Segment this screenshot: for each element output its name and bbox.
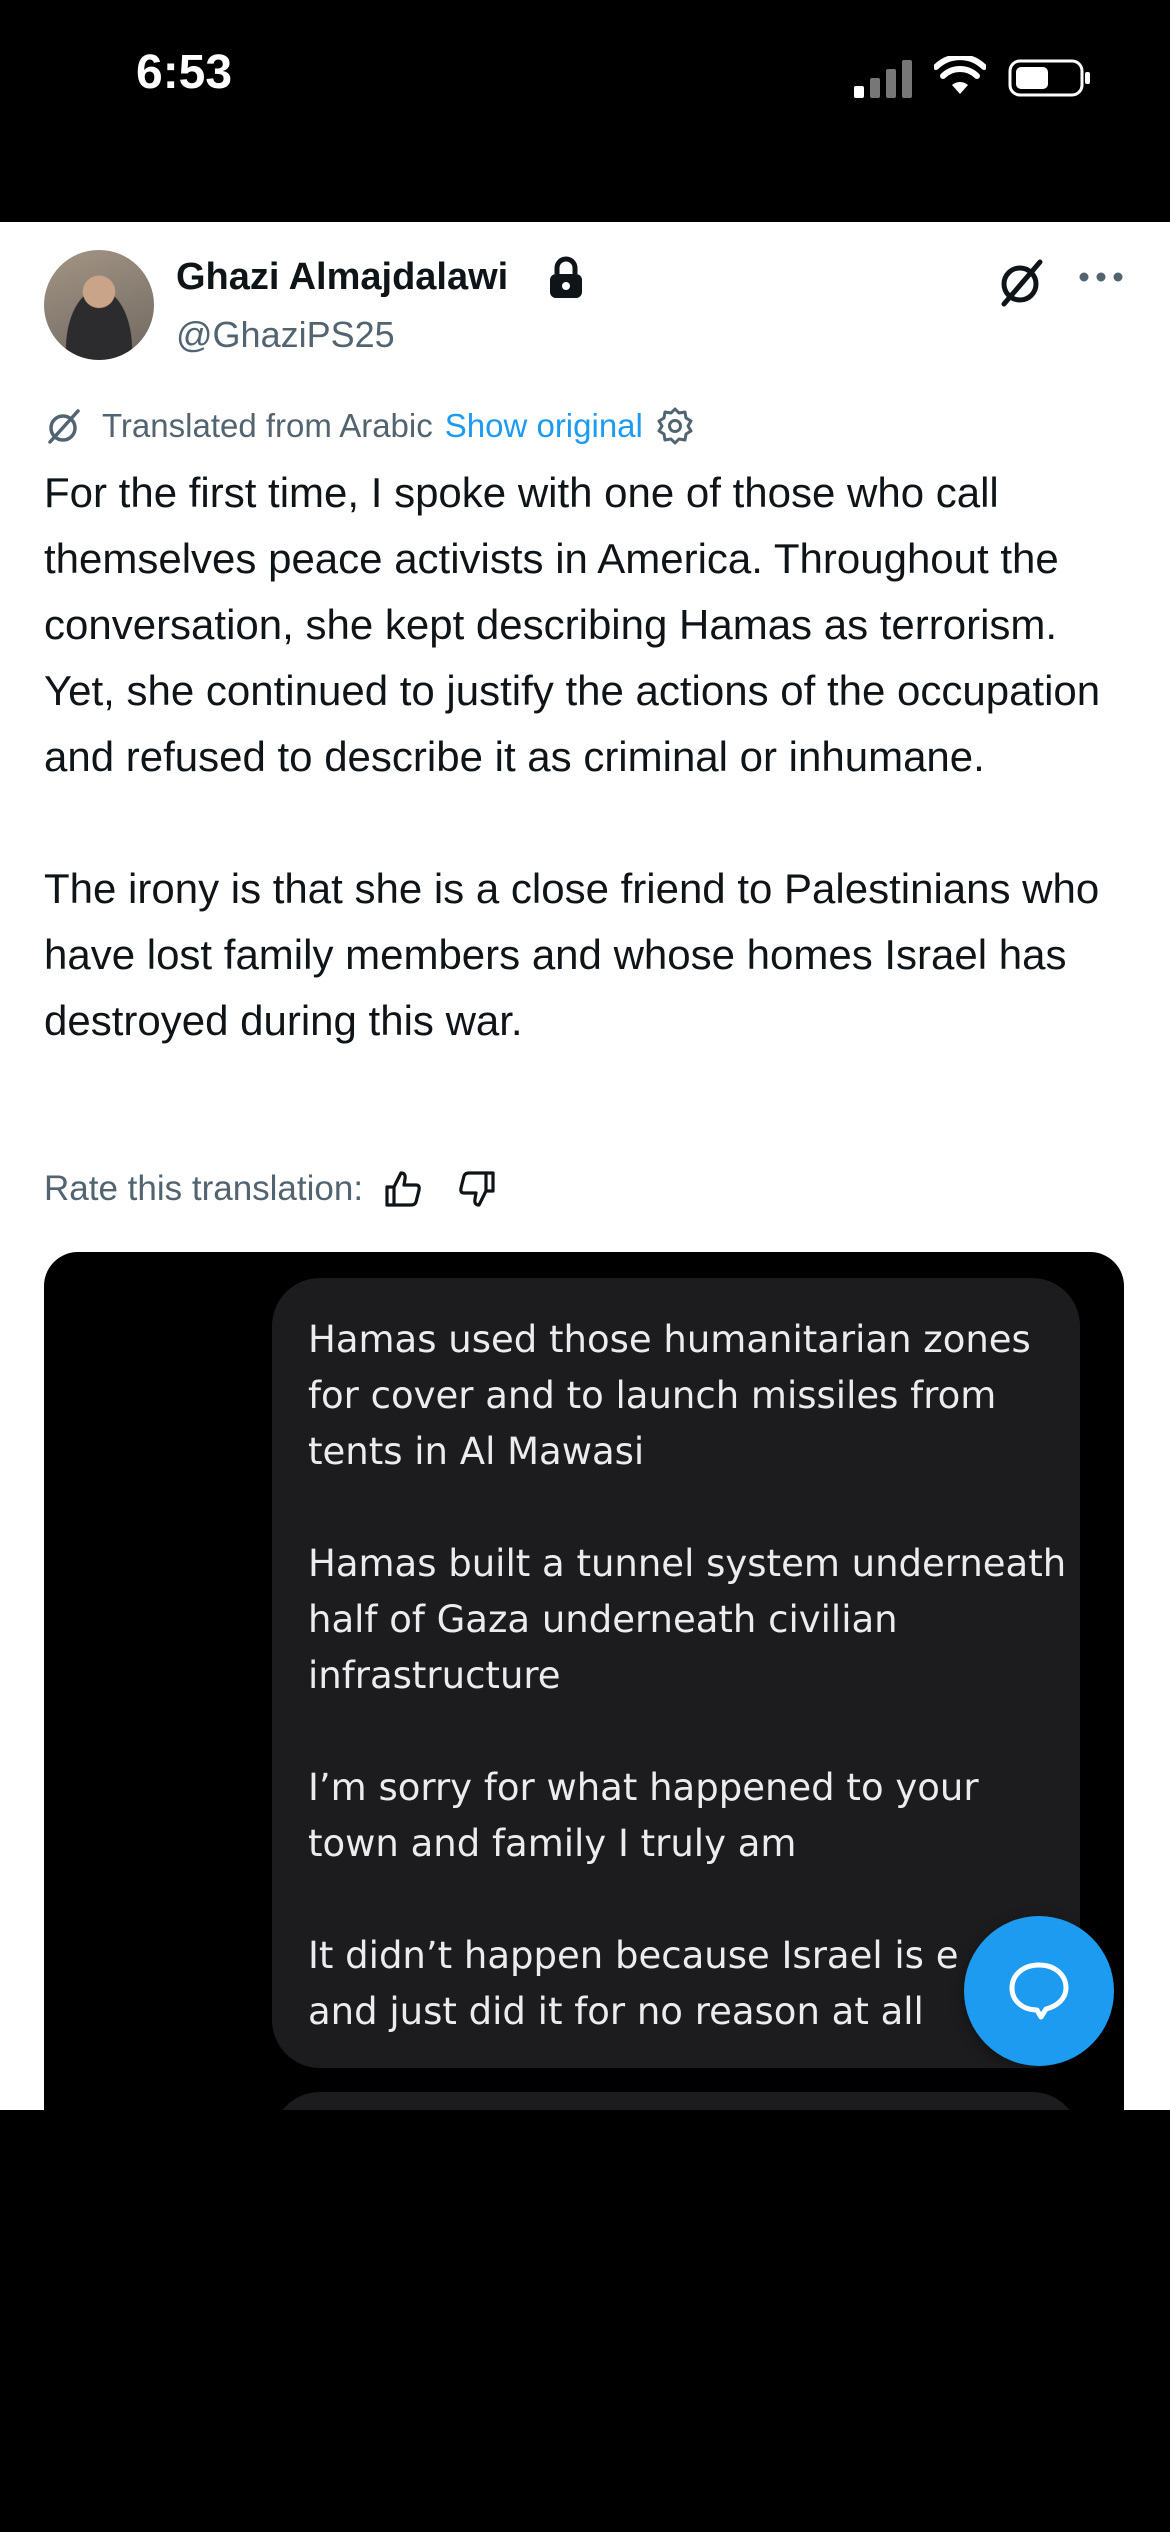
translated-label: Translated from Arabic [102,407,433,444]
cellular-signal-icon [854,60,912,98]
attached-image[interactable]: Hamas used those humanitarian zones for … [44,1252,1124,2110]
translation-info: Translated from Arabic Show original [44,404,695,448]
lock-icon [550,256,582,298]
battery-icon [1008,59,1090,97]
wifi-icon [934,56,986,94]
thumbs-up-icon[interactable] [381,1167,425,1211]
avatar[interactable] [44,250,154,360]
gear-icon[interactable] [655,406,695,446]
author-name[interactable]: Ghazi Almajdalawi [176,256,508,299]
translate-icon [48,409,80,444]
post-text: For the first time, I spoke with one of … [44,469,1101,1044]
thumbs-down-icon[interactable] [455,1167,499,1211]
rate-label: Rate this translation: [44,1169,364,1208]
message-text: Hamas used those humanitarian zones for … [308,1318,1067,2033]
message-bubble [272,2092,1080,2110]
status-bar: 6:53 [0,0,1170,222]
author-handle[interactable]: @GhaziPS25 [176,314,395,356]
rate-translation: Rate this translation: [44,1166,499,1212]
status-time: 6:53 [136,46,233,99]
grok-icon[interactable] [996,256,1048,308]
post-card: Ghazi Almajdalawi @GhaziPS25 Translated … [0,222,1170,2110]
compose-button[interactable] [964,1916,1114,2066]
chat-bubble-icon [1009,1962,1069,2020]
show-original-link[interactable]: Show original [445,407,643,445]
more-icon[interactable] [1076,262,1126,292]
bottom-area [0,2110,1170,2532]
